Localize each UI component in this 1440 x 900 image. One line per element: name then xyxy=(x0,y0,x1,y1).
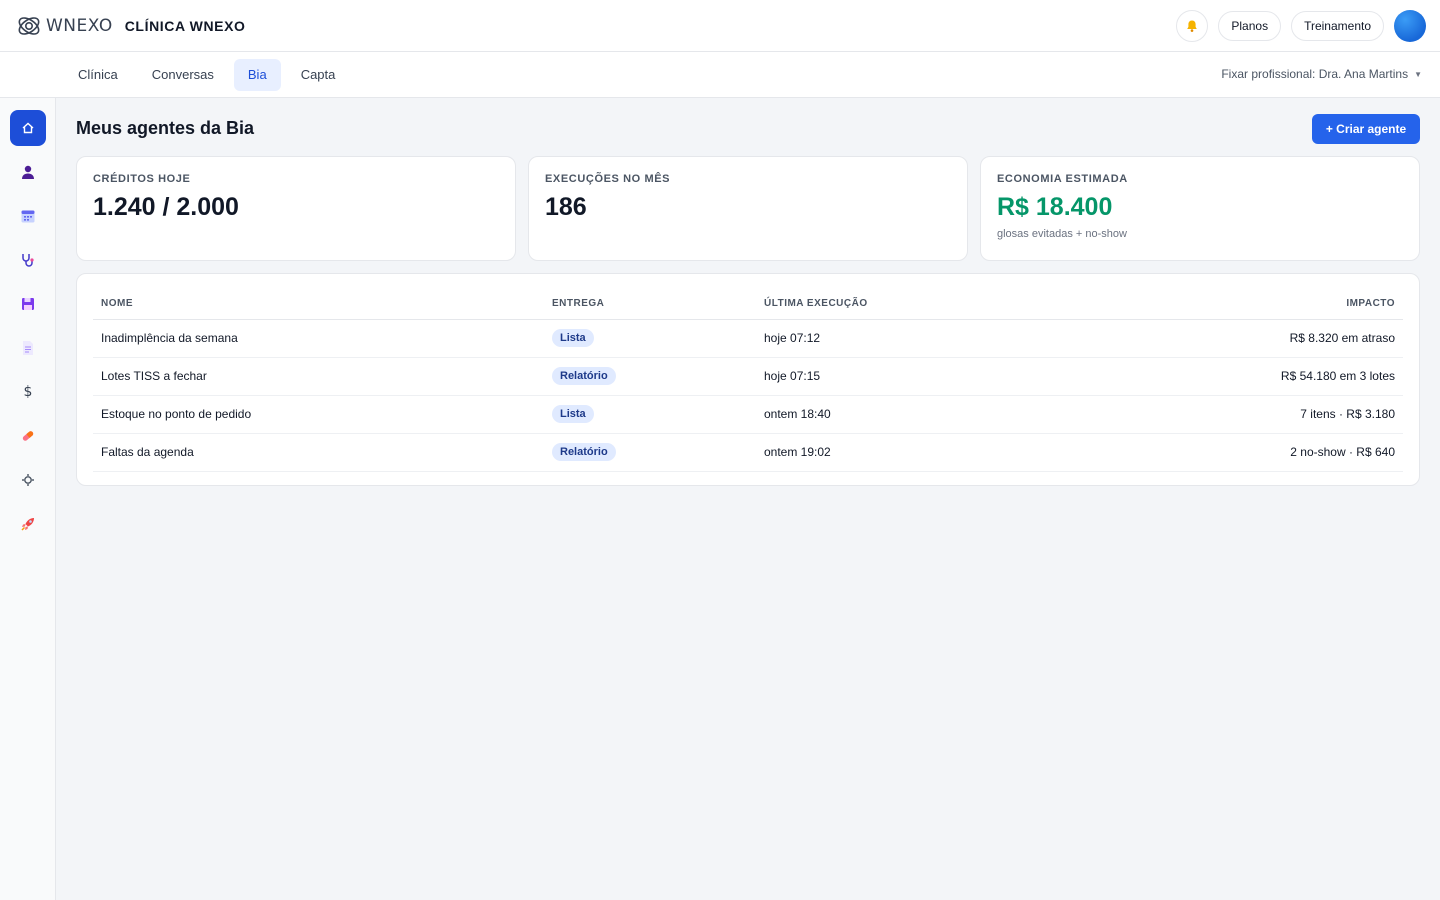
module-tabs: Clínica Conversas Bia Capta Fixar profis… xyxy=(0,52,1440,98)
notifications-button[interactable] xyxy=(1176,9,1209,42)
pill-icon xyxy=(22,431,34,441)
delivery-badge: Relatório xyxy=(552,367,616,385)
create-agent-button[interactable]: + Criar agente xyxy=(1312,114,1420,144)
rocket-icon xyxy=(21,518,34,531)
agent-name: Inadimplência da semana xyxy=(93,319,544,358)
stat-subtext: glosas evitadas + no-show xyxy=(997,228,1127,240)
sidebar-item-calendar[interactable] xyxy=(10,198,46,234)
stethoscope-icon xyxy=(22,254,34,267)
impact: R$ 54.180 em 3 lotes xyxy=(1065,357,1403,396)
top-header: WNEXO CLÍNICA WNEXO Planos Treinamento xyxy=(0,0,1440,52)
agents-table-card: NOME ENTREGA ÚLTIMA EXECUÇÃO IMPACTO Ina… xyxy=(76,273,1420,486)
bell-icon xyxy=(1187,20,1198,32)
delivery-badge: Lista xyxy=(552,329,594,347)
stat-card-savings: ECONOMIA ESTIMADA R$ 18.400 glosas evita… xyxy=(980,156,1420,261)
stat-card-credits: CRÉDITOS HOJE 1.240 / 2.000 xyxy=(76,156,516,261)
sidebar-item-patients[interactable] xyxy=(10,154,46,190)
agents-table: NOME ENTREGA ÚLTIMA EXECUÇÃO IMPACTO Ina… xyxy=(93,288,1403,472)
tab-bia[interactable]: Bia xyxy=(233,58,281,91)
stat-value: 186 xyxy=(545,193,587,221)
last-run: ontem 18:40 xyxy=(756,395,1066,434)
save-icon xyxy=(22,298,34,310)
agent-name: Estoque no ponto de pedido xyxy=(93,395,544,434)
table-row[interactable]: Estoque no ponto de pedido Lista ontem 1… xyxy=(93,395,1403,434)
column-header-delivery[interactable]: ENTREGA xyxy=(544,288,756,320)
agent-name: Lotes TISS a fechar xyxy=(93,357,544,396)
table-row[interactable]: Inadimplência da semana Lista hoje 07:12… xyxy=(93,319,1403,358)
sidebar-item-growth[interactable] xyxy=(10,506,46,542)
stat-label: ECONOMIA ESTIMADA xyxy=(997,173,1128,185)
plans-button[interactable]: Planos xyxy=(1218,10,1282,41)
sidebar-item-settings[interactable] xyxy=(10,462,46,498)
last-run: hoje 07:15 xyxy=(756,357,1066,396)
impact: 7 itens · R$ 3.180 xyxy=(1065,395,1403,434)
sidebar: $ xyxy=(0,98,56,900)
sidebar-item-documents[interactable] xyxy=(10,330,46,366)
agent-name: Faltas da agenda xyxy=(93,433,544,472)
tab-capta[interactable]: Capta xyxy=(287,59,350,91)
user-icon xyxy=(22,165,34,179)
home-icon xyxy=(22,122,34,134)
clinic-name: CLÍNICA WNEXO xyxy=(124,17,246,34)
impact: R$ 8.320 em atraso xyxy=(1065,319,1403,358)
pin-professional-label: Fixar profissional: Dra. Ana Martins xyxy=(1221,67,1409,81)
logo-text: WNEXO xyxy=(46,15,113,36)
brand-logo[interactable]: WNEXO xyxy=(14,11,113,41)
page-title: Meus agentes da Bia xyxy=(76,118,255,138)
stat-value: 1.240 / 2.000 xyxy=(93,193,239,221)
column-header-last-run[interactable]: ÚLTIMA EXECUÇÃO xyxy=(756,288,1066,320)
stat-value: R$ 18.400 xyxy=(997,193,1113,221)
pin-professional-select[interactable]: Fixar profissional: Dra. Ana Martins ▼ xyxy=(1221,67,1422,81)
document-icon xyxy=(23,341,33,355)
table-row[interactable]: Faltas da agenda Relatório ontem 19:02 2… xyxy=(93,433,1403,472)
table-header-row: NOME ENTREGA ÚLTIMA EXECUÇÃO IMPACTO xyxy=(93,288,1403,320)
user-avatar[interactable] xyxy=(1394,9,1426,42)
sidebar-item-consultations[interactable] xyxy=(10,242,46,278)
delivery-badge: Relatório xyxy=(552,443,616,461)
sidebar-item-home[interactable] xyxy=(10,110,46,146)
tab-conversas[interactable]: Conversas xyxy=(138,59,228,91)
impact: 2 no-show · R$ 640 xyxy=(1065,433,1403,472)
last-run: ontem 19:02 xyxy=(756,433,1066,472)
calendar-icon xyxy=(21,210,35,223)
sidebar-item-records[interactable] xyxy=(10,286,46,322)
gear-icon xyxy=(22,474,34,486)
last-run: hoje 07:12 xyxy=(756,319,1066,358)
chevron-down-icon: ▼ xyxy=(1414,69,1422,79)
sidebar-item-finance[interactable]: $ xyxy=(10,374,46,410)
dollar-icon: $ xyxy=(23,384,33,400)
sidebar-item-pharmacy[interactable] xyxy=(10,418,46,454)
logo-icon xyxy=(18,16,40,35)
training-button[interactable]: Treinamento xyxy=(1291,10,1384,41)
column-header-impact[interactable]: IMPACTO xyxy=(1065,288,1403,320)
stat-label: CRÉDITOS HOJE xyxy=(93,173,191,185)
tab-clinica[interactable]: Clínica xyxy=(64,59,132,91)
stat-label: EXECUÇÕES NO MÊS xyxy=(545,173,671,185)
delivery-badge: Lista xyxy=(552,405,594,423)
stat-card-executions: EXECUÇÕES NO MÊS 186 xyxy=(528,156,968,261)
table-row[interactable]: Lotes TISS a fechar Relatório hoje 07:15… xyxy=(93,357,1403,396)
column-header-name[interactable]: NOME xyxy=(93,288,544,320)
